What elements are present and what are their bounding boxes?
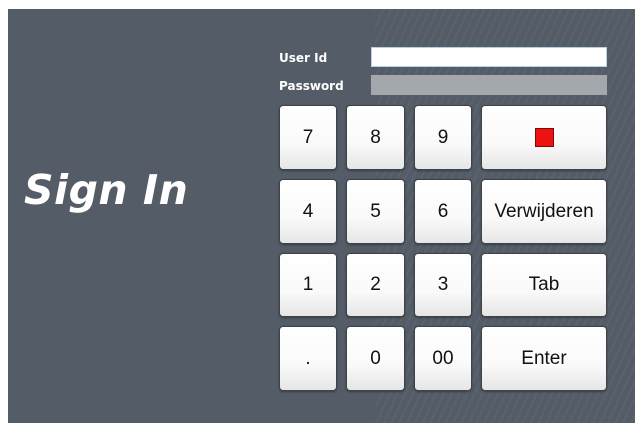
key-6[interactable]: 6 (414, 179, 472, 244)
tab-button[interactable]: Tab (481, 253, 607, 317)
key-dot[interactable]: . (279, 326, 337, 391)
red-square-icon (534, 128, 554, 147)
user-id-label: User Id (279, 51, 328, 65)
key-9[interactable]: 9 (414, 105, 472, 170)
page-title: Sign In (24, 166, 189, 214)
password-label: Password (279, 79, 344, 93)
key-2[interactable]: 2 (346, 253, 405, 317)
enter-button[interactable]: Enter (481, 326, 607, 391)
user-id-field[interactable] (371, 47, 607, 67)
key-8[interactable]: 8 (346, 105, 405, 170)
key-0[interactable]: 0 (346, 326, 405, 391)
key-3[interactable]: 3 (414, 253, 472, 317)
key-1[interactable]: 1 (279, 253, 337, 317)
delete-button[interactable]: Verwijderen (481, 179, 607, 244)
password-field[interactable] (371, 75, 607, 95)
key-4[interactable]: 4 (279, 179, 337, 244)
key-5[interactable]: 5 (346, 179, 405, 244)
stop-button[interactable] (481, 105, 607, 170)
key-7[interactable]: 7 (279, 105, 337, 170)
key-00[interactable]: 00 (414, 326, 472, 391)
